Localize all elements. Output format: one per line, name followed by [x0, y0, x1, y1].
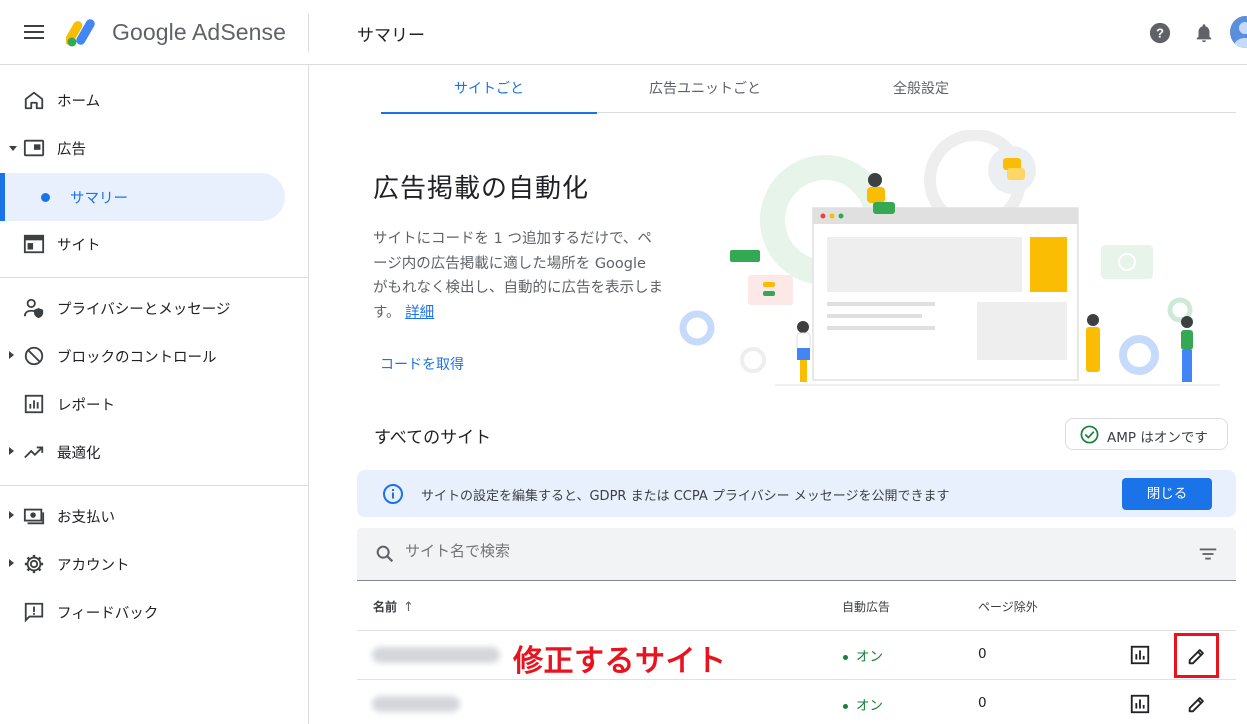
amp-status-label: AMP はオンです	[1107, 430, 1208, 446]
column-header-name-label: 名前	[373, 600, 398, 614]
sidebar-item-label: サイト	[57, 238, 101, 254]
help-icon[interactable]: ?	[1149, 22, 1171, 44]
sidebar-item-label: アカウント	[57, 558, 130, 574]
chevron-right-icon	[9, 559, 14, 567]
chevron-right-icon	[9, 351, 14, 359]
trending-up-icon	[24, 446, 44, 459]
gear-icon	[24, 554, 44, 574]
auto-ads-status-label: オン	[856, 698, 883, 714]
sidebar-item-label: 広告	[57, 142, 86, 158]
privacy-icon	[23, 298, 44, 319]
home-icon	[24, 91, 44, 110]
payments-icon	[23, 508, 45, 525]
banner-text: サイトの設定を編集すると、GDPR または CCPA プライバシー メッセージを…	[421, 489, 950, 504]
sidebar-item-ads[interactable]: 広告	[0, 126, 309, 170]
status-dot-icon	[843, 654, 848, 660]
header-divider	[308, 14, 309, 52]
sidebar-divider	[0, 485, 309, 486]
auto-ads-status: オン	[843, 645, 883, 665]
sidebar: ホーム 広告 サマリー サイト プライバシーとメッセージ ブロックのコントロール…	[0, 65, 309, 724]
table-divider	[357, 630, 1236, 631]
sidebar-item-home[interactable]: ホーム	[0, 78, 309, 122]
sidebar-item-sites[interactable]: サイト	[0, 222, 309, 266]
notifications-icon[interactable]	[1193, 22, 1215, 44]
all-sites-title: すべてのサイト	[374, 428, 492, 448]
learn-more-link[interactable]: 詳細	[405, 305, 434, 321]
sidebar-divider	[0, 277, 309, 278]
avatar[interactable]	[1230, 16, 1247, 48]
dismiss-button[interactable]: 閉じる	[1122, 478, 1212, 510]
annotation-label: 修正するサイト	[513, 644, 727, 679]
sidebar-item-blocking[interactable]: ブロックのコントロール	[0, 334, 309, 378]
sidebar-item-account[interactable]: アカウント	[0, 542, 309, 586]
tab-global-settings[interactable]: 全般設定	[813, 65, 1029, 113]
page-title: サマリー	[357, 26, 425, 46]
feedback-icon	[24, 602, 44, 623]
report-icon[interactable]	[1129, 693, 1151, 715]
menu-icon[interactable]	[22, 22, 46, 42]
sidebar-item-payments[interactable]: お支払い	[0, 494, 309, 538]
chevron-right-icon	[9, 511, 14, 519]
column-header-auto-ads: 自動広告	[842, 600, 891, 614]
sort-arrow-up-icon: ↑	[403, 600, 414, 615]
page-exclusions-count: 0	[978, 646, 987, 662]
search-icon	[376, 545, 394, 563]
auto-ads-illustration	[679, 130, 1220, 386]
tab-by-ad-unit[interactable]: 広告ユニットごと	[597, 65, 813, 113]
adsense-logo	[66, 19, 95, 47]
report-icon[interactable]	[1129, 644, 1151, 666]
block-icon	[24, 346, 44, 366]
info-icon	[383, 484, 403, 504]
sidebar-item-optimization[interactable]: 最適化	[0, 430, 309, 474]
dot-icon	[41, 193, 50, 202]
table-divider	[357, 679, 1236, 680]
app-header: Google AdSense サマリー ?	[0, 0, 1247, 65]
sidebar-item-feedback[interactable]: フィードバック	[0, 590, 309, 634]
site-search-bar	[357, 528, 1236, 581]
site-name-redacted[interactable]	[372, 647, 500, 663]
amp-status-chip[interactable]: AMP はオンです	[1065, 418, 1228, 450]
brand-name: Google AdSense	[112, 19, 287, 45]
sidebar-item-label: レポート	[57, 398, 115, 414]
column-header-page-exclusions: ページ除外	[978, 600, 1038, 614]
sidebar-item-label: サマリー	[70, 191, 128, 207]
search-input[interactable]	[405, 542, 1165, 560]
site-name-redacted[interactable]	[372, 696, 460, 712]
tab-by-site[interactable]: サイトごと	[381, 65, 597, 114]
page-exclusions-count: 0	[978, 695, 987, 711]
auto-ads-status-label: オン	[856, 649, 883, 665]
hero-description: サイトにコードを 1 つ追加するだけで、ページ内の広告掲載に適した場所を Goo…	[373, 227, 663, 325]
sidebar-item-label: プライバシーとメッセージ	[57, 302, 231, 318]
sidebar-item-summary[interactable]: サマリー	[0, 173, 285, 221]
sidebar-item-privacy[interactable]: プライバシーとメッセージ	[0, 286, 309, 330]
tab-bar: サイトごと 広告ユニットごと 全般設定	[381, 65, 1236, 114]
sidebar-item-label: フィードバック	[57, 606, 159, 622]
svg-text:?: ?	[1156, 26, 1164, 41]
edit-highlight-box	[1174, 633, 1219, 678]
hero-title: 広告掲載の自動化	[373, 174, 590, 204]
ads-icon	[23, 139, 45, 157]
column-header-name[interactable]: 名前 ↑	[373, 598, 414, 615]
info-banner: サイトの設定を編集すると、GDPR または CCPA プライバシー メッセージを…	[357, 470, 1236, 517]
sites-icon	[23, 234, 45, 254]
chevron-down-icon	[9, 146, 17, 151]
status-dot-icon	[843, 703, 848, 709]
sidebar-item-label: ホーム	[57, 94, 101, 110]
auto-ads-status: オン	[843, 694, 883, 714]
chevron-right-icon	[9, 447, 14, 455]
sidebar-item-label: お支払い	[57, 510, 115, 526]
sidebar-item-label: ブロックのコントロール	[57, 350, 217, 366]
filter-icon[interactable]	[1197, 543, 1219, 565]
report-icon	[24, 394, 44, 414]
get-code-button[interactable]: コードを取得	[380, 354, 464, 374]
edit-icon[interactable]	[1186, 693, 1208, 715]
check-circle-icon	[1080, 425, 1099, 444]
sidebar-item-reports[interactable]: レポート	[0, 382, 309, 426]
sidebar-item-label: 最適化	[57, 446, 101, 462]
